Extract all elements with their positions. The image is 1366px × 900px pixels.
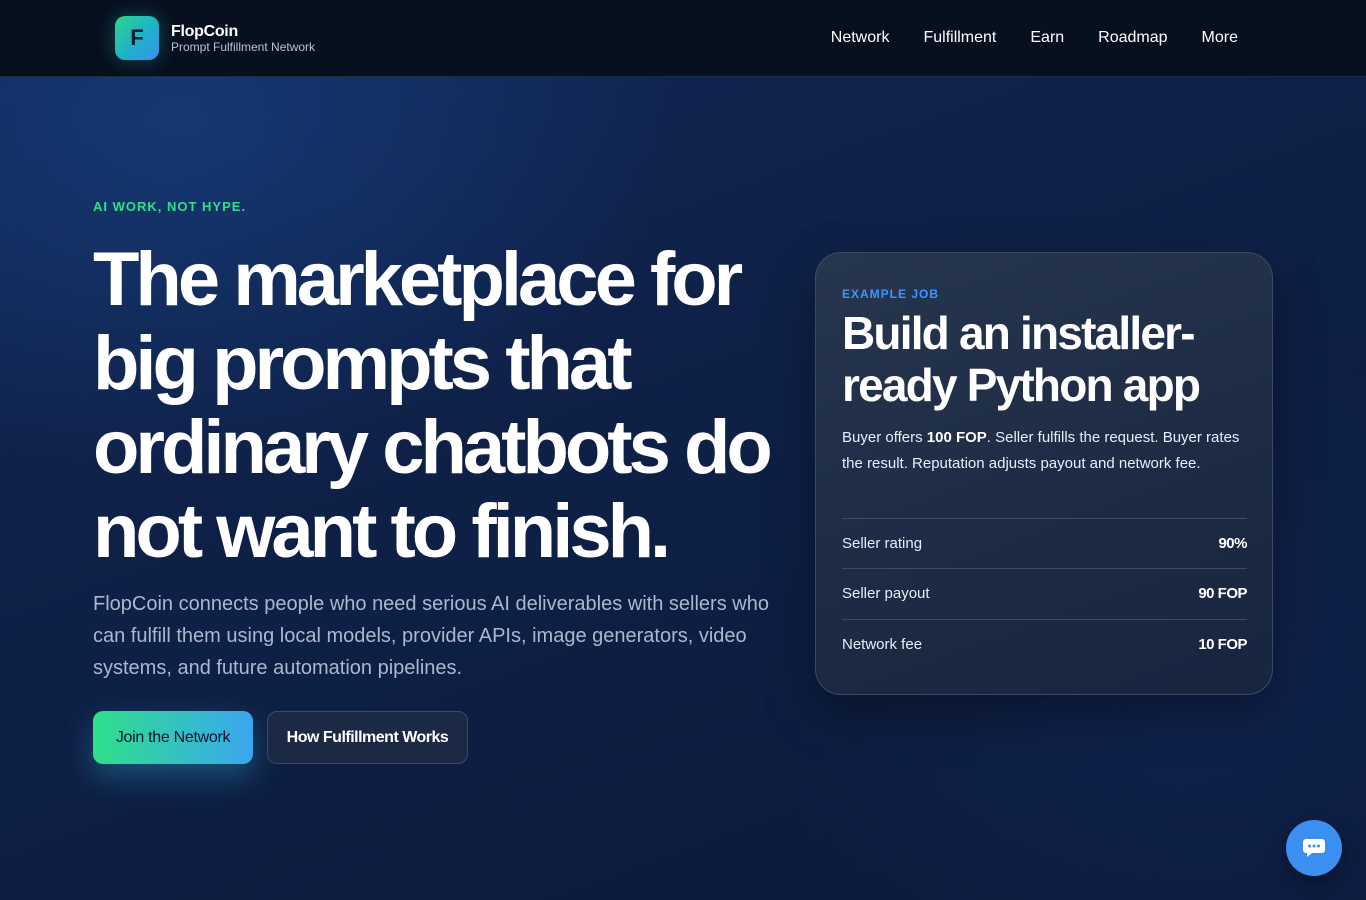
brand-name: FlopCoin (171, 22, 238, 40)
card-eyebrow: EXAMPLE JOB (842, 287, 940, 301)
brand-text: FlopCoin Prompt Fulfillment Network (171, 23, 315, 54)
stat-label: Network fee (842, 636, 923, 653)
stat-value: 10 FOP (1198, 636, 1247, 653)
how-fulfillment-works-button[interactable]: How Fulfillment Works (267, 711, 468, 764)
stat-row-seller-payout: Seller payout 90 FOP (842, 568, 1247, 618)
chat-bubble-icon (1303, 839, 1325, 857)
card-title: Build an installer-ready Python app (842, 307, 1201, 411)
nav-roadmap[interactable]: Roadmap (1098, 27, 1167, 49)
nav-earn[interactable]: Earn (1030, 27, 1064, 49)
nav-network[interactable]: Network (831, 27, 890, 49)
card-desc-amount: 100 FOP (926, 429, 987, 446)
stat-label: Seller payout (842, 585, 930, 602)
example-job-card: EXAMPLE JOB Build an installer-ready Pyt… (815, 252, 1273, 695)
nav-more[interactable]: More (1202, 27, 1238, 49)
nav-fulfillment[interactable]: Fulfillment (923, 27, 996, 49)
brand-tagline: Prompt Fulfillment Network (171, 39, 316, 54)
card-description: Buyer offers 100 FOP. Seller fulfills th… (842, 425, 1252, 477)
card-desc-prefix: Buyer offers (842, 429, 927, 446)
stat-label: Seller rating (842, 535, 923, 552)
page: F FlopCoin Prompt Fulfillment Network Ne… (0, 0, 1366, 900)
logo-mark: F (115, 16, 159, 60)
top-navbar: F FlopCoin Prompt Fulfillment Network Ne… (0, 0, 1366, 77)
stat-value: 90 FOP (1198, 585, 1247, 602)
hero-eyebrow: AI WORK, NOT HYPE. (93, 199, 247, 214)
hero-headline: The marketplace for big prompts that ord… (93, 237, 773, 574)
stat-row-network-fee: Network fee 10 FOP (842, 619, 1247, 669)
hero-description: FlopCoin connects people who need seriou… (93, 593, 769, 679)
brand-logo-link[interactable]: F FlopCoin Prompt Fulfillment Network (115, 16, 315, 60)
stat-row-seller-rating: Seller rating 90% (842, 518, 1247, 568)
chat-launcher-button[interactable] (1286, 820, 1342, 876)
stat-value: 90% (1218, 535, 1247, 552)
join-network-button[interactable]: Join the Network (93, 711, 253, 764)
main-nav: Network Fulfillment Earn Roadmap More (831, 27, 1238, 49)
